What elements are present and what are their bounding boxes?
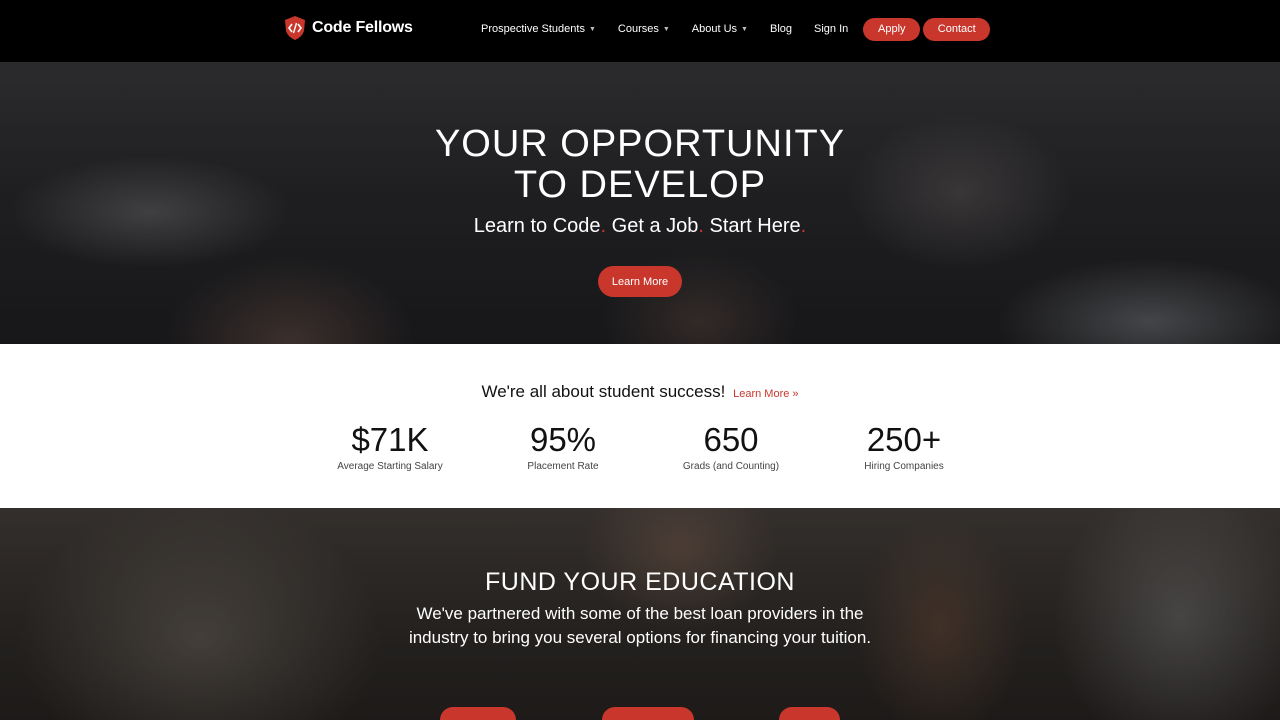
nav-link-label: Courses xyxy=(617,23,659,35)
hero-learn-more-button[interactable]: Learn More xyxy=(598,266,682,297)
hero-subtitle-dot: . xyxy=(698,215,704,237)
hero-subtitle-part: Start Here xyxy=(709,215,801,237)
nav-links: Prospective Students ▼ Courses ▼ About U… xyxy=(481,17,991,41)
loan-provider-button[interactable] xyxy=(440,707,516,720)
chevron-down-icon: ▼ xyxy=(741,25,748,33)
student-success-stats: We're all about student success! Learn M… xyxy=(0,344,1280,508)
loan-provider-button[interactable] xyxy=(602,707,694,720)
stat-label: Placement Rate xyxy=(527,461,599,472)
fund-education-section: FUND YOUR EDUCATION We've partnered with… xyxy=(0,508,1280,720)
stats-headline-text: We're all about student success! xyxy=(481,382,726,401)
stats-learn-more-link[interactable]: Learn More » xyxy=(733,388,798,400)
stat-hiring-companies: 250+ Hiring Companies xyxy=(819,420,989,472)
loan-provider-button[interactable] xyxy=(779,707,840,720)
hero-subtitle-part: Learn to Code xyxy=(473,215,601,237)
stat-value: 650 xyxy=(703,421,759,458)
stat-placement-rate: 95% Placement Rate xyxy=(478,420,648,472)
nav-about-us[interactable]: About Us ▼ xyxy=(692,23,748,35)
hero-title-line-1: YOUR OPPORTUNITY xyxy=(434,123,846,165)
stat-label: Grads (and Counting) xyxy=(682,461,780,472)
contact-button[interactable]: Contact xyxy=(923,17,991,41)
nav-blog[interactable]: Blog xyxy=(770,23,792,35)
stat-starting-salary: $71K Average Starting Salary xyxy=(305,420,475,472)
hero-subtitle-dot: . xyxy=(800,215,807,237)
stat-label: Average Starting Salary xyxy=(337,461,443,472)
stat-label: Hiring Companies xyxy=(864,461,944,472)
hero-title: YOUR OPPORTUNITY TO DEVELOP xyxy=(0,124,1280,206)
hero-section: YOUR OPPORTUNITY TO DEVELOP Learn to Cod… xyxy=(0,62,1280,344)
hero-subtitle: Learn to Code. Get a Job. Start Here. xyxy=(0,215,1280,238)
apply-button[interactable]: Apply xyxy=(863,17,921,41)
chevron-down-icon: ▼ xyxy=(662,25,670,33)
fund-title: FUND YOUR EDUCATION xyxy=(485,568,795,596)
nav-link-label: Prospective Students xyxy=(481,23,585,35)
top-navigation-bar: Code Fellows Prospective Students ▼ Cour… xyxy=(0,0,1280,62)
nav-link-label: About Us xyxy=(691,23,738,35)
hero-subtitle-dot: . xyxy=(600,215,607,237)
stat-value: 250+ xyxy=(866,421,942,458)
fund-description: We've partnered with some of the best lo… xyxy=(408,604,872,647)
stat-value: 95% xyxy=(529,421,597,458)
stats-headline: We're all about student success! Learn M… xyxy=(0,382,1280,402)
nav-sign-in[interactable]: Sign In xyxy=(814,23,848,35)
code-shield-icon xyxy=(285,16,305,40)
nav-link-label: Blog xyxy=(769,23,793,35)
chevron-down-icon: ▼ xyxy=(588,25,596,33)
hero-subtitle-part: Get a Job xyxy=(611,215,699,237)
nav-link-label: Sign In xyxy=(814,23,849,35)
nav-prospective-students[interactable]: Prospective Students ▼ xyxy=(481,23,596,35)
hero-title-line-2: TO DEVELOP xyxy=(513,164,767,206)
logo-text: Code Fellows xyxy=(312,19,413,36)
stat-grads: 650 Grads (and Counting) xyxy=(646,420,816,472)
stat-value: $71K xyxy=(351,421,429,458)
site-logo[interactable]: Code Fellows xyxy=(284,15,413,41)
nav-courses[interactable]: Courses ▼ xyxy=(618,23,670,35)
